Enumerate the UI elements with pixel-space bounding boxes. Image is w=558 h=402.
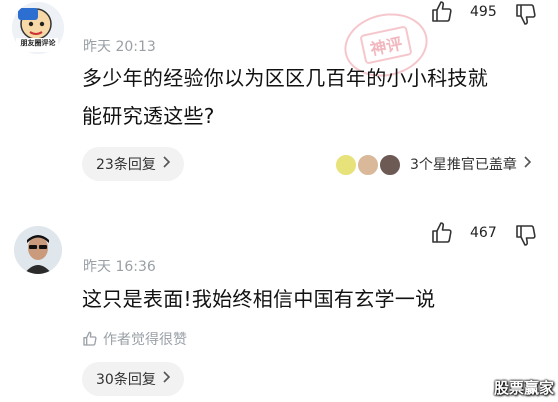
thumbs-up-icon [432, 1, 452, 22]
thumbs-up-icon [83, 331, 97, 346]
like-button[interactable] [430, 0, 456, 24]
comment-text-line-2: 能研究透这些? [82, 104, 215, 128]
avatar[interactable]: 朋友圈评论 [12, 2, 64, 54]
stamp-text: 神评 [359, 25, 413, 65]
recommenders-label: 3个星推官已盖章 [410, 157, 517, 173]
watermark: 股票赢家 [493, 379, 554, 397]
author-liked-label: 作者觉得很赞 [103, 332, 187, 348]
avatar[interactable] [14, 226, 62, 274]
recommender-avatar [334, 153, 358, 177]
replies-label: 23条回复 [96, 157, 156, 173]
comment-time: 昨天 20:13 [83, 39, 156, 55]
thumbs-down-icon [516, 225, 536, 246]
dislike-button[interactable] [514, 2, 540, 26]
like-count: 467 [470, 225, 497, 241]
comment-text-line-1: 这只是表面!我始终相信中国有玄学一说 [82, 287, 436, 311]
recommender-avatar [356, 153, 380, 177]
chevron-right-icon [162, 156, 170, 172]
like-count: 495 [470, 4, 497, 20]
thumbs-up-icon [432, 222, 452, 243]
recommenders-link[interactable]: 3个星推官已盖章 [410, 154, 532, 174]
avatar-image [14, 226, 62, 274]
view-replies-button[interactable]: 23条回复 [82, 147, 184, 181]
comment-text-line-1: 多少年的经验你以为区区几百年的小小科技就 [82, 66, 488, 90]
dislike-button[interactable] [514, 223, 540, 247]
view-replies-button[interactable]: 30条回复 [82, 362, 184, 396]
comment-time: 昨天 16:36 [83, 259, 156, 275]
author-liked-badge: 作者觉得很赞 [82, 329, 187, 349]
recommender-avatars [334, 153, 406, 177]
like-button[interactable] [430, 221, 456, 245]
thumbs-down-icon [516, 4, 536, 25]
chevron-right-icon [162, 371, 170, 387]
recommender-avatar [378, 153, 402, 177]
chevron-right-icon [523, 156, 532, 172]
replies-label: 30条回复 [96, 372, 156, 388]
avatar-caption: 朋友圈评论 [20, 39, 56, 47]
